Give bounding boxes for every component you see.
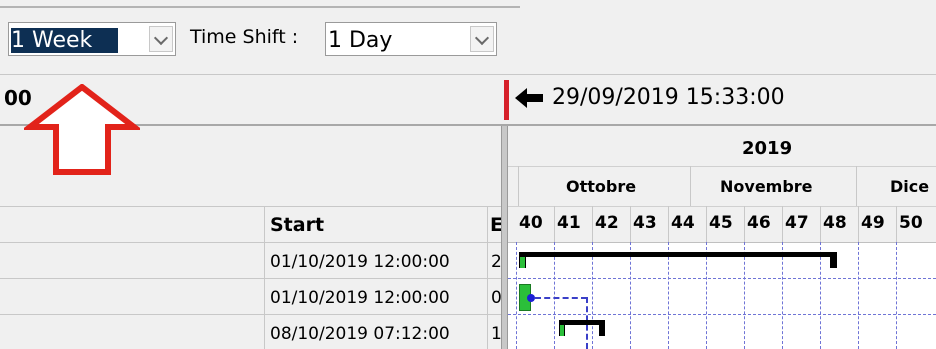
arrow-up-annotation-icon <box>24 84 140 175</box>
week-divider <box>820 206 821 242</box>
month-divider <box>518 166 519 206</box>
grid-line <box>820 242 821 349</box>
week-divider <box>858 206 859 242</box>
chevron-down-icon <box>474 30 490 46</box>
table-header-divider <box>0 206 501 207</box>
grid-line <box>896 242 897 349</box>
dependency-link <box>535 297 587 299</box>
cell-e[interactable]: 0 <box>491 288 501 308</box>
week-label: 48 <box>823 213 847 233</box>
column-divider <box>487 206 488 349</box>
week-divider <box>592 206 593 242</box>
grid-line <box>706 242 707 349</box>
grid-line <box>668 242 669 349</box>
grid-line <box>516 242 517 349</box>
gantt-header-line <box>508 206 936 207</box>
toolbar-top-border <box>0 6 520 8</box>
cell-start[interactable]: 01/10/2019 12:00:00 <box>270 288 450 308</box>
time-shift-select-value: 1 Day <box>328 28 393 53</box>
period-select-value: 1 Week <box>11 28 119 54</box>
week-label: 43 <box>633 213 657 233</box>
week-label: 49 <box>861 213 885 233</box>
week-label: 42 <box>595 213 619 233</box>
period-dropdown-button[interactable] <box>149 26 173 52</box>
grid-line <box>592 242 593 349</box>
task-bar-progress <box>560 325 564 336</box>
pane-splitter[interactable] <box>501 126 508 349</box>
time-shift-select[interactable]: 1 Day <box>325 22 497 56</box>
gantt-header-line <box>508 166 936 167</box>
month-divider <box>856 166 857 206</box>
gantt-header-line <box>508 242 936 243</box>
grid-line <box>508 314 936 315</box>
cell-start[interactable]: 01/10/2019 12:00:00 <box>270 252 450 272</box>
row-divider <box>0 314 501 315</box>
summary-bar[interactable] <box>519 252 837 257</box>
grid-line <box>554 242 555 349</box>
column-divider <box>264 206 265 349</box>
week-label: 47 <box>785 213 809 233</box>
period-select[interactable]: 1 Week <box>8 22 176 56</box>
column-header-start[interactable]: Start <box>270 214 324 236</box>
week-divider <box>782 206 783 242</box>
week-divider <box>744 206 745 242</box>
row-divider <box>0 278 501 279</box>
current-time-marker <box>504 80 509 120</box>
week-divider <box>706 206 707 242</box>
month-label: Ottobre <box>566 177 637 196</box>
row-divider <box>0 242 501 243</box>
grid-line <box>630 242 631 349</box>
time-shift-dropdown-button[interactable] <box>470 26 494 52</box>
week-divider <box>896 206 897 242</box>
grid-line <box>744 242 745 349</box>
current-datetime: 29/09/2019 15:33:00 <box>552 85 785 110</box>
arrow-left-icon[interactable] <box>515 86 545 110</box>
summary-bar-end-cap <box>830 252 837 268</box>
chevron-down-icon <box>153 30 169 46</box>
cell-start[interactable]: 08/10/2019 07:12:00 <box>270 324 450 344</box>
week-divider <box>668 206 669 242</box>
month-label: Dice <box>890 177 930 196</box>
cell-e[interactable]: 2 <box>491 252 501 272</box>
month-divider <box>690 166 691 206</box>
month-label: Novembre <box>720 177 813 196</box>
week-divider <box>554 206 555 242</box>
week-label: 41 <box>557 213 581 233</box>
grid-line <box>782 242 783 349</box>
task-bar-end-cap <box>599 320 605 336</box>
gantt-year-label: 2019 <box>742 138 793 159</box>
dependency-link-dot <box>527 294 535 302</box>
grid-line <box>858 242 859 349</box>
column-header-e[interactable]: E <box>490 214 501 236</box>
week-label: 40 <box>519 213 543 233</box>
week-label: 44 <box>671 213 695 233</box>
week-divider <box>630 206 631 242</box>
summary-bar-progress <box>520 257 525 268</box>
week-label: 45 <box>709 213 733 233</box>
week-label: 50 <box>899 213 923 233</box>
week-label: 46 <box>747 213 771 233</box>
grid-line <box>508 278 936 279</box>
timeline-header-band <box>0 74 936 126</box>
time-shift-label: Time Shift : <box>190 26 299 48</box>
cell-e[interactable]: 1 <box>491 324 501 344</box>
